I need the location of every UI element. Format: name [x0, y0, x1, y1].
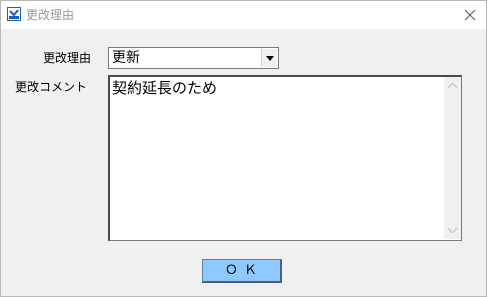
- comment-scrollbar[interactable]: [444, 77, 461, 239]
- scroll-up-button[interactable]: [444, 77, 461, 94]
- comment-text: 契約延長のため: [112, 79, 218, 97]
- chevron-down-icon: [448, 228, 457, 233]
- chevron-down-icon: [266, 56, 274, 61]
- ok-button-label: Ｏ Ｋ: [224, 263, 259, 278]
- ok-button[interactable]: Ｏ Ｋ: [202, 259, 282, 283]
- dialog-window: 更改理由 更改理由 更新 更改コメント 契約延長のため Ｏ Ｋ: [0, 0, 487, 297]
- reason-label: 更改理由: [43, 51, 92, 65]
- close-button[interactable]: [458, 5, 482, 25]
- close-icon: [464, 9, 476, 21]
- title-bar: 更改理由: [1, 1, 486, 29]
- scroll-down-button[interactable]: [444, 222, 461, 239]
- comment-label: 更改コメント: [15, 80, 88, 94]
- reason-select[interactable]: 更新: [108, 47, 279, 69]
- window-title: 更改理由: [26, 8, 75, 22]
- reason-select-value: 更新: [112, 50, 140, 66]
- app-icon: [7, 7, 21, 21]
- select-dropdown-button[interactable]: [261, 49, 277, 67]
- chevron-up-icon: [448, 83, 457, 88]
- comment-textarea[interactable]: 契約延長のため: [108, 75, 462, 241]
